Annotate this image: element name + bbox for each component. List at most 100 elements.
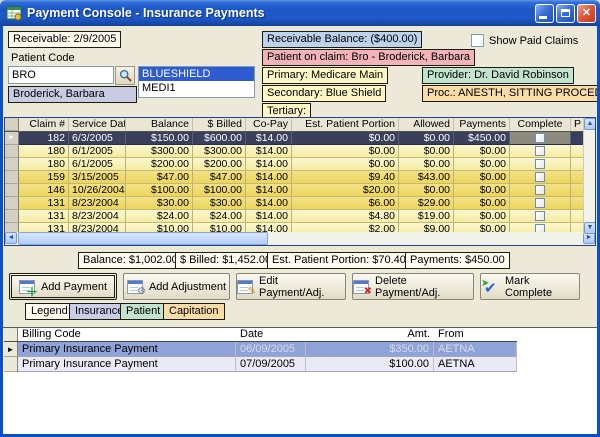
insurance-listbox[interactable]: BLUESHIELDMEDI1: [138, 66, 255, 98]
title-bar[interactable]: Payment Console - Insurance Payments ✕: [0, 0, 600, 26]
claims-horizontal-scrollbar[interactable]: ◄ ►: [5, 232, 595, 245]
scroll-down-icon[interactable]: ▼: [584, 222, 596, 234]
payments-cell-from: AETNA: [434, 357, 517, 372]
claims-column-header[interactable]: Allowed: [399, 118, 454, 131]
claims-cell-payments: $0.00: [454, 184, 510, 197]
claims-row-selector[interactable]: ►: [5, 132, 19, 145]
complete-checkbox[interactable]: [535, 159, 545, 169]
payments-column-header[interactable]: From: [434, 328, 517, 341]
patient-name-box: Broderick, Barbara: [8, 86, 137, 103]
add-adjustment-label: Add Adjustment: [149, 281, 226, 293]
claims-cell-balance: $150.00: [126, 132, 193, 145]
horizontal-scroll-thumb[interactable]: [18, 232, 268, 245]
procedure-label: Proc.: ANESTH, SITTING PROCEDURE: [422, 85, 597, 102]
complete-checkbox[interactable]: [535, 198, 545, 208]
add-payment-button[interactable]: ＋ Add Payment: [9, 273, 117, 300]
claims-column-header[interactable]: Payments: [454, 118, 510, 131]
claims-column-header[interactable]: $ Billed: [193, 118, 246, 131]
claims-column-header[interactable]: Service Date: [69, 118, 126, 131]
complete-checkbox[interactable]: [535, 185, 545, 195]
claims-row-selector[interactable]: [5, 184, 19, 197]
payments-grid: Billing CodeDateAmt.From ►Primary Insura…: [4, 328, 517, 372]
claims-table-row[interactable]: 1318/23/2004$30.00$30.00$14.00$6.00$29.0…: [5, 197, 595, 210]
claims-cell-claim: 131: [19, 210, 69, 223]
claims-row-selector[interactable]: [5, 210, 19, 223]
mark-complete-icon: ➤✔: [481, 279, 499, 295]
payments-table-row[interactable]: ►Primary Insurance Payment06/09/2005$350…: [4, 342, 517, 357]
payments-cell-date: 06/09/2005: [236, 342, 306, 357]
claims-table-row[interactable]: 1806/1/2005$300.00$300.00$14.00$0.00$0.0…: [5, 145, 595, 158]
payments-row-selector[interactable]: [4, 357, 18, 372]
provider-label: Provider: Dr. David Robinson: [422, 67, 574, 84]
app-icon: [6, 5, 23, 22]
show-paid-claims-checkbox[interactable]: [471, 34, 484, 47]
delete-payment-adj-label: Delete Payment/Adj.: [375, 275, 473, 299]
edit-payment-adj-label: Edit Payment/Adj.: [259, 275, 345, 299]
claims-table-row[interactable]: 1318/23/2004$24.00$24.00$14.00$4.80$19.0…: [5, 210, 595, 223]
claims-cell-allowed: $19.00: [399, 210, 454, 223]
claims-cell-date: 3/15/2005: [69, 171, 126, 184]
claims-column-header[interactable]: Est. Patient Portion: [292, 118, 399, 131]
patient-code-input[interactable]: [8, 66, 114, 84]
show-paid-claims-label: Show Paid Claims: [489, 35, 578, 47]
payments-row-selector[interactable]: ►: [4, 342, 18, 357]
maximize-button[interactable]: [556, 4, 575, 23]
scroll-left-icon[interactable]: ◄: [5, 232, 17, 244]
payments-column-header[interactable]: Billing Code: [18, 328, 236, 341]
claims-column-header[interactable]: Co-Pay: [246, 118, 292, 131]
mark-complete-label: Mark Complete: [505, 275, 579, 299]
patient-search-button[interactable]: [115, 66, 135, 85]
claims-row-selector[interactable]: [5, 171, 19, 184]
complete-checkbox[interactable]: [535, 172, 545, 182]
claims-cell-claim: 182: [19, 132, 69, 145]
mark-complete-button[interactable]: ➤✔ Mark Complete: [480, 273, 580, 300]
claims-table-row[interactable]: ►1826/3/2005$150.00$600.00$14.00$0.00$0.…: [5, 132, 595, 145]
receivable-label: Receivable: 2/9/2005: [8, 31, 121, 48]
insurance-list-item[interactable]: MEDI1: [139, 81, 254, 95]
claims-cell-claim: 146: [19, 184, 69, 197]
minimize-button[interactable]: [535, 4, 554, 23]
claims-cell-billed: $600.00: [193, 132, 246, 145]
close-button[interactable]: ✕: [577, 4, 596, 23]
patient-code-label: Patient Code: [11, 52, 75, 64]
complete-checkbox[interactable]: [535, 146, 545, 156]
add-adjustment-button[interactable]: ⚙ Add Adjustment: [123, 273, 230, 300]
screen: Payment Console - Insurance Payments ✕ R…: [0, 0, 600, 437]
claims-table-row[interactable]: 14610/26/2004$100.00$100.00$14.00$20.00$…: [5, 184, 595, 197]
claims-cell-balance: $300.00: [126, 145, 193, 158]
payments-column-header[interactable]: Date: [236, 328, 306, 341]
claims-cell-complete: [510, 158, 571, 171]
claims-cell-billed: $100.00: [193, 184, 246, 197]
claims-cell-allowed: $43.00: [399, 171, 454, 184]
claims-column-header[interactable]: Complete: [510, 118, 571, 131]
payments-table-row[interactable]: Primary Insurance Payment07/09/2005$100.…: [4, 357, 517, 372]
complete-checkbox[interactable]: [535, 211, 545, 221]
payments-column-header[interactable]: Amt.: [306, 328, 434, 341]
claims-cell-payments: $450.00: [454, 132, 510, 145]
payments-grid-header: Billing CodeDateAmt.From: [4, 328, 517, 342]
complete-checkbox[interactable]: [535, 133, 545, 143]
summary-payments: Payments: $450.00: [405, 252, 510, 269]
scroll-up-icon[interactable]: ▲: [584, 118, 596, 130]
claims-row-selector[interactable]: [5, 197, 19, 210]
claims-cell-billed: $300.00: [193, 145, 246, 158]
add-payment-icon: ＋: [19, 280, 35, 294]
claims-row-selector[interactable]: [5, 158, 19, 171]
claims-cell-billed: $47.00: [193, 171, 246, 184]
claims-row-selector[interactable]: [5, 145, 19, 158]
claims-column-header[interactable]: Balance: [126, 118, 193, 131]
edit-payment-adj-button[interactable]: ✎ Edit Payment/Adj.: [236, 273, 346, 300]
claims-cell-claim: 131: [19, 197, 69, 210]
claims-vertical-scrollbar[interactable]: ▲ ▼: [583, 118, 595, 234]
claims-table-row[interactable]: 1593/15/2005$47.00$47.00$14.00$9.40$43.0…: [5, 171, 595, 184]
delete-payment-icon: ✖: [353, 280, 369, 294]
show-paid-claims-row: Show Paid Claims: [471, 34, 578, 47]
delete-payment-adj-button[interactable]: ✖ Delete Payment/Adj.: [352, 273, 474, 300]
claims-cell-allowed: $0.00: [399, 184, 454, 197]
claims-column-header[interactable]: Claim #: [19, 118, 69, 131]
claims-table-row[interactable]: 1806/1/2005$200.00$200.00$14.00$0.00$0.0…: [5, 158, 595, 171]
payment-console-window: Payment Console - Insurance Payments ✕ R…: [0, 0, 600, 437]
insurance-list-item[interactable]: BLUESHIELD: [139, 67, 254, 81]
claims-cell-date: 8/23/2004: [69, 210, 126, 223]
claims-cell-payments: $0.00: [454, 145, 510, 158]
